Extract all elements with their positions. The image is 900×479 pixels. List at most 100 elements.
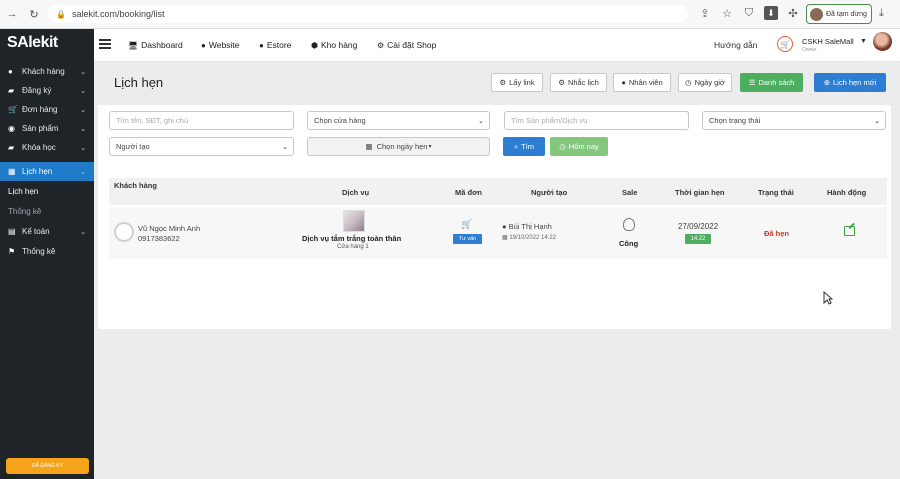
nav-estore[interactable]: ● Estore	[259, 40, 291, 50]
appointment-date: 27/09/2022	[678, 222, 719, 231]
header-sale: Sale	[622, 188, 638, 197]
chevron-down-icon: ⌄	[80, 106, 86, 114]
store-select[interactable]: Chọn cửa hàng ⌄	[307, 111, 490, 130]
nav-warehouse[interactable]: ⬢ Kho hàng	[311, 40, 357, 50]
today-button[interactable]: ◷ Hôm nay	[550, 137, 608, 156]
chevron-down-icon: ⌄	[80, 168, 86, 176]
cart-icon[interactable]: 🛒	[777, 36, 793, 52]
sidebar-item-label: Đơn hàng	[22, 105, 58, 114]
customer-name[interactable]: Vũ Ngọc Minh Anh	[138, 224, 200, 233]
star-icon[interactable]: ☆	[720, 6, 734, 20]
reminder-button[interactable]: ⚙ Nhắc lịch	[550, 73, 607, 92]
sidebar-item-accounting[interactable]: ▤ Kế toán ⌄	[0, 222, 94, 241]
sidebar-subitem-label: Thống kê	[8, 207, 42, 216]
plus-circle-icon: ⊕	[823, 78, 830, 87]
sidebar-item-appointments[interactable]: ▦ Lịch hẹn ⌄	[0, 162, 94, 181]
reload-icon[interactable]: ↻	[26, 6, 42, 22]
sidebar-item-products[interactable]: ◉ Sản phẩm ⌄	[0, 119, 94, 138]
guide-link[interactable]: Hướng dẫn	[714, 40, 757, 50]
header-creator: Người tạo	[531, 188, 568, 197]
extension-download-icon[interactable]: ⬇	[764, 6, 778, 20]
nav-website[interactable]: ● Website	[201, 40, 239, 50]
nav-label: Estore	[266, 40, 292, 50]
monitor-icon: 🖥	[128, 40, 139, 50]
sidebar-item-register[interactable]: ▰ Đăng ký ⌄	[0, 81, 94, 100]
header-customer: Khách hàng	[114, 181, 157, 190]
button-label: Tìm	[521, 142, 535, 151]
nav-label: Cài đặt Shop	[387, 40, 437, 50]
app-logo[interactable]: SAlekit	[7, 34, 58, 52]
cart-icon: 🛒	[8, 105, 18, 114]
back-arrow-icon[interactable]: →	[4, 6, 20, 22]
sidebar-item-courses[interactable]: ▰ Khóa học ⌄	[0, 138, 94, 157]
chevron-down-icon: ⌄	[80, 125, 86, 133]
book-icon: ▰	[8, 143, 15, 152]
nav-label: Kho hàng	[320, 40, 358, 50]
mouse-cursor-icon	[823, 291, 833, 305]
caret-down-icon: ▾	[428, 144, 432, 150]
service-thumbnail	[343, 210, 365, 232]
sidebar-item-orders[interactable]: 🛒 Đơn hàng ⌄	[0, 100, 94, 119]
status-select[interactable]: Chọn trạng thái ⌄	[702, 111, 886, 130]
search-button[interactable]: ⌕ Tìm	[503, 137, 545, 156]
datetime-button[interactable]: ◷ Ngày giờ	[678, 73, 732, 92]
share-icon[interactable]: ⇪	[698, 6, 712, 20]
chevron-down-icon: ⌄	[80, 87, 86, 95]
customer-phone: 0917383622	[138, 234, 180, 243]
flag-icon: ⚑	[8, 247, 16, 256]
button-label: Lịch hẹn mới	[833, 78, 877, 87]
sidebar-item-label: Khách hàng	[22, 67, 65, 76]
top-navbar: 🖥 Dashboard ● Website ● Estore ⬢ Kho hàn…	[94, 29, 900, 62]
clock-icon: ◷	[685, 78, 692, 87]
select-value: Người tạo	[116, 142, 150, 151]
url-text: salekit.com/booking/list	[71, 9, 165, 19]
globe-icon: ●	[201, 40, 206, 50]
table-row[interactable]: Vũ Ngọc Minh Anh 0917383622 Dịch vụ tắm …	[109, 207, 887, 259]
creator-select[interactable]: Người tạo ⌄	[109, 137, 294, 156]
edit-icon[interactable]	[844, 226, 855, 236]
globe-icon: ●	[259, 40, 264, 50]
profile-paused-button[interactable]: Đã tạm dừng	[806, 4, 872, 24]
date-value: Chọn ngày hẹn	[376, 142, 428, 151]
nav-shop-settings[interactable]: ⚙ Cài đặt Shop	[377, 40, 436, 50]
button-label: Hôm nay	[568, 142, 599, 151]
new-appointment-button[interactable]: ⊕ Lịch hẹn mới	[814, 73, 886, 92]
gear-icon: ⚙	[377, 40, 385, 50]
hamburger-menu-icon[interactable]	[99, 39, 111, 49]
registered-button[interactable]: ĐÃ ĐĂNG KÝ	[6, 458, 89, 474]
sidebar: SAlekit ● Khách hàng ⌄ ▰ Đăng ký ⌄ 🛒 Đơn…	[0, 29, 94, 479]
account-name[interactable]: CSKH SaleMall	[802, 37, 854, 46]
product-search-input[interactable]: Tìm Sản phẩm/Dịch vụ	[504, 111, 689, 130]
sale-user-icon	[623, 218, 635, 231]
puzzle-icon[interactable]: ✣	[786, 6, 800, 20]
sidebar-item-label: Khóa học	[22, 143, 56, 152]
page-title: Lịch hẹn	[114, 75, 164, 90]
get-link-button[interactable]: ⚙ Lấy link	[491, 73, 543, 92]
user-icon: ●	[621, 78, 626, 87]
staff-button[interactable]: ● Nhân viên	[613, 73, 671, 92]
order-cart-icon[interactable]: 🛒	[461, 219, 472, 230]
nav-dashboard[interactable]: 🖥 Dashboard	[128, 40, 183, 50]
avatar[interactable]	[873, 32, 892, 51]
sidebar-subitem-appointments[interactable]: Lịch hẹn	[0, 182, 94, 201]
book-icon: ▰	[8, 86, 15, 95]
chevron-down-icon: ⌄	[80, 228, 86, 236]
sidebar-item-label: Sản phẩm	[22, 124, 59, 133]
customer-avatar	[114, 222, 134, 242]
shield-icon[interactable]: ⛉	[742, 6, 756, 20]
button-label: Ngày giờ	[694, 78, 725, 87]
account-role: Owner	[802, 47, 817, 53]
list-view-button[interactable]: ☰ Danh sách	[740, 73, 803, 92]
button-label: Nhân viên	[628, 78, 663, 87]
profile-avatar	[810, 7, 823, 21]
caret-down-icon[interactable]: ▼	[860, 38, 867, 45]
address-bar[interactable]: 🔒 salekit.com/booking/list	[48, 5, 688, 23]
status-badge: Đã hẹn	[764, 229, 790, 238]
chevron-down-icon: ⌄	[478, 117, 484, 125]
search-input[interactable]: Tìm tên, SĐT, ghi chú	[109, 111, 294, 130]
sidebar-subitem-statistics[interactable]: Thống kê	[0, 202, 94, 221]
sidebar-item-customers[interactable]: ● Khách hàng ⌄	[0, 62, 94, 81]
sidebar-item-statistics[interactable]: ⚑ Thống kê	[0, 242, 94, 261]
date-range-picker[interactable]: ▦ Chọn ngày hẹn ▾	[307, 137, 490, 156]
download-icon[interactable]: ⤓	[879, 7, 884, 20]
